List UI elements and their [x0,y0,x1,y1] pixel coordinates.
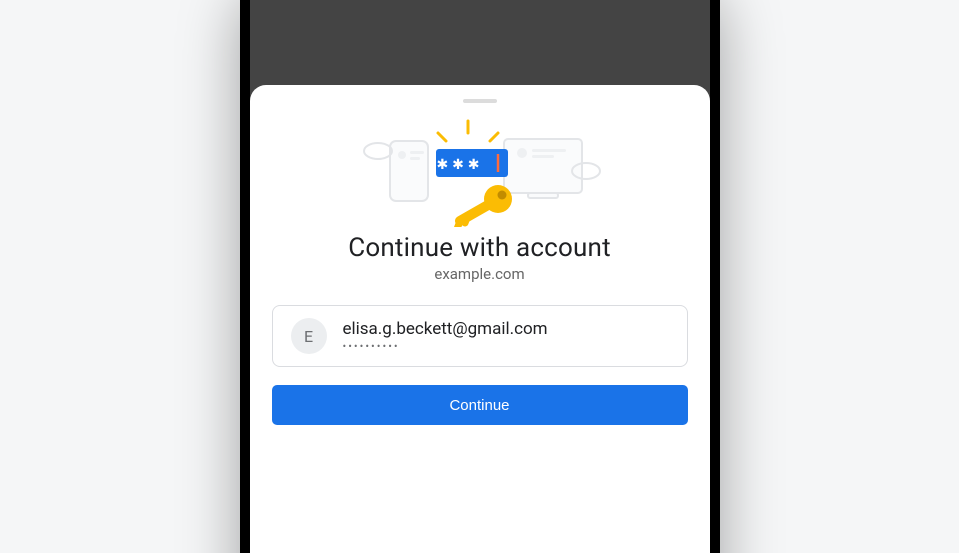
account-password-mask: •••••••••• [343,340,548,354]
avatar-initial: E [304,327,313,346]
stage: ✱ ✱ ✱ Continue with [0,0,959,553]
account-row[interactable]: E elisa.g.beckett@gmail.com •••••••••• [272,305,688,367]
bottom-sheet: ✱ ✱ ✱ Continue with [250,85,710,553]
sheet-grabber[interactable] [463,99,497,103]
phone-screen: ✱ ✱ ✱ Continue with [250,0,710,553]
phone-inner: ✱ ✱ ✱ Continue with [250,0,710,553]
continue-button[interactable]: Continue [272,385,688,425]
illustration-svg: ✱ ✱ ✱ [350,111,610,227]
sheet-domain: example.com [272,265,688,283]
password-mask-text: ✱ ✱ ✱ [436,156,479,172]
phone-frame: ✱ ✱ ✱ Continue with [240,0,720,553]
account-text: elisa.g.beckett@gmail.com •••••••••• [343,319,548,354]
account-email: elisa.g.beckett@gmail.com [343,319,548,340]
sheet-title: Continue with account [272,233,688,263]
avatar: E [291,318,327,354]
password-illustration: ✱ ✱ ✱ [272,111,688,227]
